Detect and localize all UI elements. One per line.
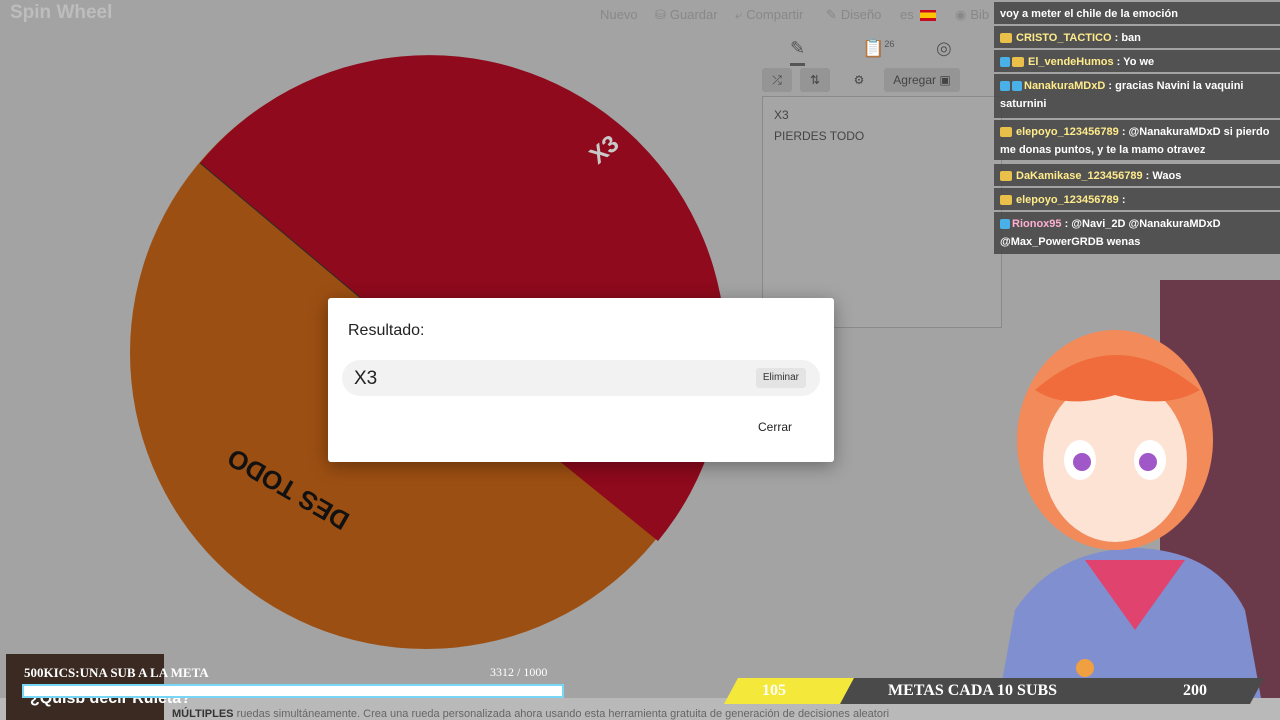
add-button[interactable]: Agregar ▣ xyxy=(884,68,960,92)
badge-icon xyxy=(1000,171,1012,182)
more-button[interactable]: ◉ Bib xyxy=(955,7,989,23)
badge-icon xyxy=(1000,219,1010,230)
dialog-title: Resultado: xyxy=(348,322,425,339)
goal-right-value: 200 xyxy=(1183,682,1207,699)
sub-goal-progress-bar xyxy=(22,684,564,698)
globe-icon: ◉ xyxy=(955,7,967,22)
result-dialog: Resultado: X3 Eliminar Cerrar xyxy=(328,298,834,462)
page-description: MÚLTIPLES ruedas simultáneamente. Crea u… xyxy=(172,708,889,720)
sub-separator: / xyxy=(517,665,521,679)
chat-message: DaKamikase_123456789 : Waos xyxy=(994,164,1280,186)
chat-message: elepoyo_123456789 : @NanakuraMDxD si pie… xyxy=(994,120,1280,160)
pencil-icon: ✎ xyxy=(790,38,806,58)
stream-chat: voy a meter el chile de la emoción CRIST… xyxy=(994,0,1280,260)
close-button[interactable]: Cerrar xyxy=(758,420,792,434)
chat-text: : Yo we xyxy=(1116,56,1155,68)
streamer-avatar xyxy=(995,280,1280,720)
avatar-pupil-right xyxy=(1139,453,1157,471)
save-icon: ⛁ xyxy=(655,7,666,22)
chat-message: CRISTO_TACTICO : ban xyxy=(994,26,1280,48)
results-count-badge: 26 xyxy=(884,39,895,49)
shuffle-icon: ⤮ xyxy=(772,73,782,87)
clipboard-icon: 📋 xyxy=(862,38,885,58)
save-button[interactable]: ⛁ Guardar xyxy=(655,7,718,23)
badge-icon xyxy=(1000,33,1012,44)
chat-message: Rionox95 : @Navi_2D @NanakuraMDxD @Max_P… xyxy=(994,212,1280,254)
new-button[interactable]: Nuevo xyxy=(600,7,638,22)
tab-edit[interactable]: ✎ xyxy=(790,38,806,66)
spain-flag-icon xyxy=(919,10,936,22)
badge-icon xyxy=(1000,57,1010,68)
tab-results[interactable]: 📋26 xyxy=(862,38,894,59)
result-value: X3 xyxy=(354,368,378,389)
sort-icon: ⇅ xyxy=(809,73,821,87)
chat-message: NanakuraMDxD : gracias Navini la vaquini… xyxy=(994,74,1280,118)
badge-icon xyxy=(1000,195,1012,206)
chat-user: elepoyo_123456789 xyxy=(1016,194,1119,206)
top-bar: Spin Wheel Nuevo ⛁ Guardar ⤶ Compartir ✎ Di… xyxy=(0,0,1000,28)
sub-current: 3312 xyxy=(490,665,514,679)
chat-user: DaKamikase_123456789 xyxy=(1016,170,1143,182)
sub-target: 1000 xyxy=(523,665,548,679)
chat-message: El_vendeHumos : Yo we xyxy=(994,50,1280,72)
sub-goal-count: 3312 / 1000 xyxy=(490,665,547,680)
design-label: Diseño xyxy=(840,7,882,22)
result-field: X3 Eliminar xyxy=(342,360,820,396)
sub-goal-label: 500KICS:UNA SUB A LA META xyxy=(24,665,209,680)
goal-label: METAS CADA 10 SUBS xyxy=(888,682,1058,699)
avatar-button xyxy=(1076,659,1094,677)
chat-text: voy a meter el chile de la emoción xyxy=(1000,8,1178,20)
delete-button[interactable]: Eliminar xyxy=(755,368,806,388)
share-button[interactable]: ⤶ Compartir xyxy=(735,7,803,23)
tab-hide[interactable]: ◎ xyxy=(936,38,952,59)
badge-icon xyxy=(1000,81,1010,92)
badge-icon xyxy=(1012,81,1022,92)
entry-item: X3 xyxy=(774,108,789,122)
share-label: Compartir xyxy=(746,7,804,22)
chat-user: NanakuraMDxD xyxy=(1024,80,1106,92)
new-label: Nuevo xyxy=(600,7,638,22)
chat-user: CRISTO_TACTICO xyxy=(1016,32,1112,44)
settings-button[interactable]: ⚙ xyxy=(844,68,874,92)
sort-button[interactable]: ⇅ xyxy=(800,68,830,92)
share-icon: ⤶ xyxy=(735,7,743,22)
avatar-pupil-left xyxy=(1073,453,1091,471)
entry-item: PIERDES TODO xyxy=(774,129,865,143)
chat-user: El_vendeHumos xyxy=(1028,56,1114,68)
chat-user: elepoyo_123456789 xyxy=(1016,126,1119,138)
description-text: ruedas simultáneamente. Crea una rueda p… xyxy=(236,708,890,720)
more-label: Bib xyxy=(970,7,990,22)
description-bold: MÚLTIPLES xyxy=(172,708,234,720)
language-select[interactable]: es xyxy=(900,7,936,22)
goal-banner-fill xyxy=(724,678,854,704)
chat-text: : xyxy=(1121,194,1126,206)
chat-message: voy a meter el chile de la emoción xyxy=(994,2,1280,24)
badge-icon xyxy=(1012,57,1024,68)
entries-textarea[interactable]: X3 PIERDES TODO xyxy=(762,96,1002,328)
gear-icon: ⚙ xyxy=(853,73,865,87)
pencil-icon: ✎ xyxy=(826,7,837,22)
app-title: Spin Wheel xyxy=(10,2,113,23)
badge-icon xyxy=(1000,127,1012,138)
chat-text: : ban xyxy=(1114,32,1141,44)
chat-message: elepoyo_123456789 : xyxy=(994,188,1280,210)
language-label: es xyxy=(900,7,914,22)
image-icon: ▣ xyxy=(939,73,951,87)
chat-text: : Waos xyxy=(1145,170,1182,182)
eye-slash-icon: ◎ xyxy=(936,38,952,58)
goal-left-value: 105 xyxy=(762,682,786,699)
shuffle-button[interactable]: ⤮ xyxy=(762,68,792,92)
save-label: Guardar xyxy=(669,7,718,22)
add-label: Agregar xyxy=(893,73,936,87)
design-button[interactable]: ✎ Diseño xyxy=(826,7,881,23)
chat-user: Rionox95 xyxy=(1012,218,1062,230)
